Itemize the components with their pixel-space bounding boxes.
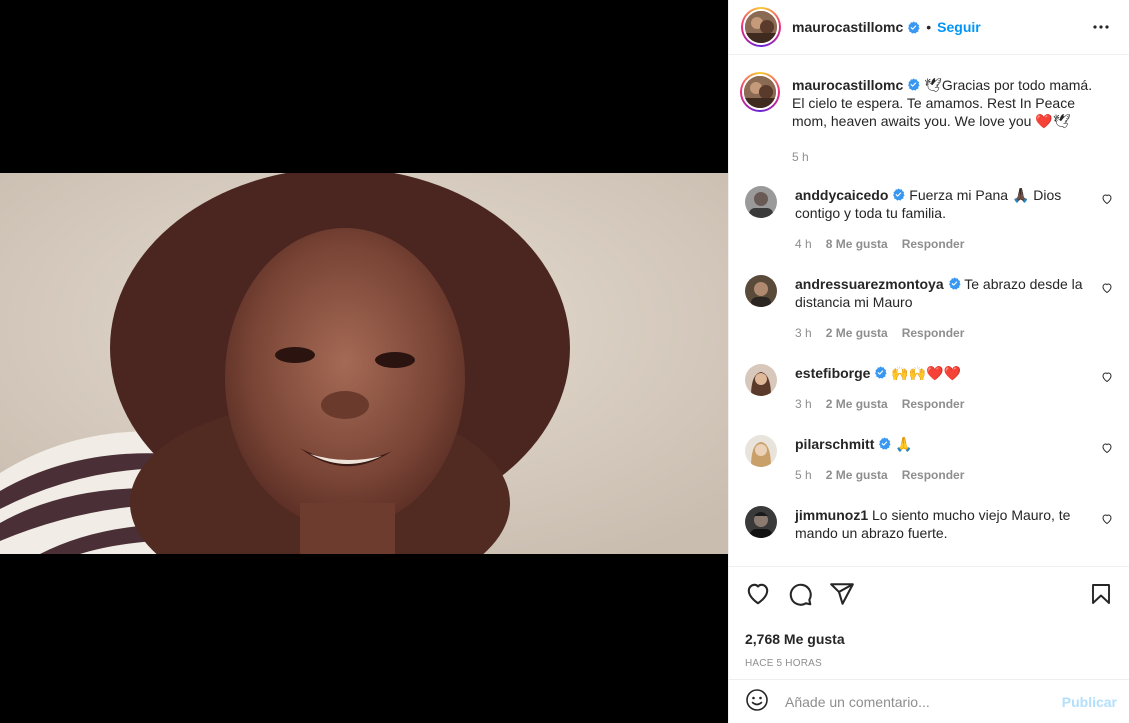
like-comment-icon[interactable] [1101, 370, 1113, 383]
comment-likes[interactable]: 2 Me gusta [826, 466, 888, 484]
verified-icon [874, 365, 888, 379]
like-comment-icon[interactable] [1101, 192, 1113, 205]
bookmark-icon[interactable] [1089, 582, 1113, 609]
comment-username[interactable]: pilarschmitt [795, 436, 874, 452]
like-comment-icon[interactable] [1101, 441, 1113, 454]
verified-icon [907, 20, 920, 34]
comment-likes[interactable]: 8 Me gusta [826, 235, 888, 253]
comment-time[interactable]: 3 h [795, 395, 812, 413]
comment-item: andressuarezmontoya Te abrazo desde la d… [741, 275, 1113, 342]
comment-input[interactable] [785, 693, 1062, 710]
add-comment-bar: Publicar [729, 679, 1129, 723]
commenter-avatar[interactable] [745, 186, 777, 218]
comment-item: estefiborge 🙌🙌❤️❤️ 3 h 2 Me gusta Respon… [741, 364, 1113, 413]
comment-item: anddycaicedo Fuerza mi Pana 🙏🏿 Dios cont… [741, 186, 1113, 253]
heart-icon[interactable] [745, 581, 771, 610]
follow-button[interactable]: Seguir [937, 19, 981, 35]
caption-username[interactable]: maurocastillomc [792, 77, 903, 93]
caption-time[interactable]: 5 h [792, 148, 809, 166]
verified-icon [892, 187, 905, 201]
comment-username[interactable]: jimmunoz1 [795, 507, 868, 523]
verified-icon [878, 436, 891, 450]
author-username[interactable]: maurocastillomc [792, 19, 903, 35]
like-comment-icon[interactable] [1101, 512, 1113, 525]
comment-likes[interactable]: 2 Me gusta [826, 395, 888, 413]
post-actions: 2,768 Me gusta HACE 5 HORAS [729, 566, 1129, 669]
comment-item: jimmunoz1 Lo siento mucho viejo Mauro, t… [741, 506, 1113, 542]
comment-username[interactable]: andressuarezmontoya [795, 276, 944, 292]
commenter-avatar[interactable] [745, 506, 777, 538]
caption: maurocastillomc 🕊Gracias por todo mamá. … [740, 72, 1113, 166]
comment-username[interactable]: estefiborge [795, 365, 870, 381]
emoji-icon[interactable] [745, 688, 769, 715]
commenter-avatar[interactable] [745, 275, 777, 307]
comment-icon[interactable] [787, 581, 813, 610]
post-sidebar: maurocastillomc • Seguir maurocastillomc… [728, 0, 1129, 723]
comments-list[interactable]: maurocastillomc 🕊Gracias por todo mamá. … [729, 56, 1129, 566]
reply-button[interactable]: Responder [902, 466, 965, 484]
post-media[interactable] [0, 0, 728, 723]
comment-text: 🙏 [895, 436, 913, 452]
header-separator: • [926, 19, 932, 35]
post-modal: maurocastillomc • Seguir maurocastillomc… [0, 0, 1129, 723]
post-photo [0, 173, 728, 554]
comment-time[interactable]: 3 h [795, 324, 812, 342]
post-header: maurocastillomc • Seguir [729, 0, 1129, 55]
more-icon[interactable] [1089, 15, 1113, 39]
author-avatar[interactable] [741, 7, 781, 47]
verified-icon [948, 276, 961, 290]
comment-likes[interactable]: 2 Me gusta [826, 324, 888, 342]
reply-button[interactable]: Responder [902, 324, 965, 342]
commenter-avatar[interactable] [745, 364, 777, 396]
reply-button[interactable]: Responder [902, 235, 965, 253]
share-icon[interactable] [829, 581, 855, 610]
commenter-avatar[interactable] [745, 435, 777, 467]
comment-time[interactable]: 4 h [795, 235, 812, 253]
like-count[interactable]: 2,768 Me gusta [745, 631, 1113, 647]
post-time[interactable]: HACE 5 HORAS [745, 658, 1113, 669]
caption-avatar[interactable] [740, 72, 780, 112]
like-comment-icon[interactable] [1101, 281, 1113, 294]
post-comment-button[interactable]: Publicar [1062, 694, 1117, 710]
comment-username[interactable]: anddycaicedo [795, 187, 888, 203]
verified-icon [907, 77, 920, 91]
comment-item: pilarschmitt 🙏 5 h 2 Me gusta Responder [741, 435, 1113, 484]
reply-button[interactable]: Responder [902, 395, 965, 413]
comment-text: 🙌🙌❤️❤️ [891, 365, 962, 381]
comment-time[interactable]: 5 h [795, 466, 812, 484]
